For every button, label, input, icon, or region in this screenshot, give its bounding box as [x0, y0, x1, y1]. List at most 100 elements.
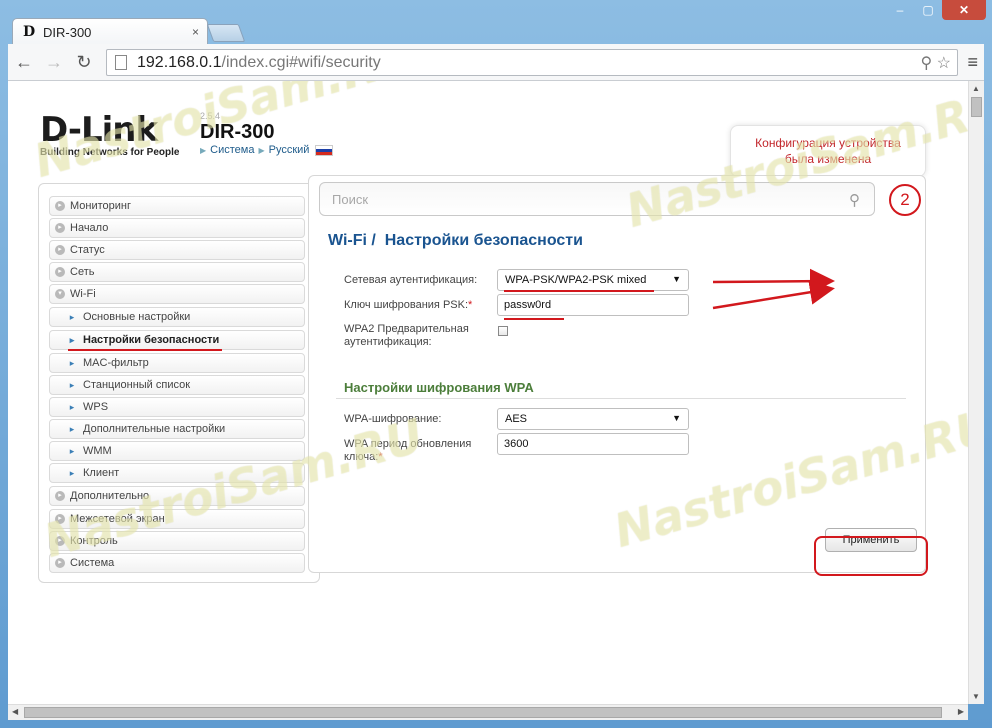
- notice-line-1: Конфигурация устройства: [755, 136, 901, 150]
- maximize-button[interactable]: ▢: [914, 0, 942, 20]
- arrow-right-icon: ▸: [69, 312, 75, 322]
- sidebar-item-label: WPS: [83, 401, 109, 413]
- browser-menu-icon[interactable]: ≡: [967, 52, 978, 73]
- russian-flag-icon: [315, 144, 334, 156]
- header-links: ▶ Система ▶ Русский: [200, 144, 334, 156]
- sidebar-item-label: Мониторинг: [70, 200, 132, 212]
- sidebar-item-client[interactable]: ▸ Клиент: [49, 463, 305, 483]
- tab-close-icon[interactable]: ×: [192, 25, 199, 39]
- sidebar-item-label: WMM: [83, 445, 112, 457]
- annotation-underline: [504, 290, 654, 292]
- browser-toolbar: ← → ↻ 192.168.0.1/index.cgi#wifi/securit…: [8, 44, 984, 81]
- notification-count-badge[interactable]: 2: [889, 184, 921, 216]
- sidebar-item-wps[interactable]: ▸ WPS: [49, 397, 305, 417]
- horizontal-scrollbar[interactable]: ◀ ▶: [8, 704, 968, 720]
- sidebar-item-wifi[interactable]: ▾ Wi-Fi: [49, 284, 305, 304]
- sidebar-menu: ▸ Мониторинг ▸ Начало ▸ Статус ▸ Сеть ▾ Wi-Fi…: [38, 183, 320, 583]
- firmware-version: 2.5.4: [200, 111, 221, 121]
- psk-label: Ключ шифрования PSK:*: [344, 299, 472, 312]
- expand-icon: ▸: [55, 536, 65, 546]
- sidebar-item-advanced[interactable]: ▸ Дополнительно: [49, 486, 305, 506]
- sidebar-item-firewall[interactable]: ▸ Межсетевой экран: [49, 509, 305, 529]
- wpa-period-input[interactable]: 3600: [497, 433, 689, 455]
- sidebar-item-control[interactable]: ▸ Контроль: [49, 531, 305, 551]
- expand-icon: ▸: [55, 201, 65, 211]
- sidebar-item-status[interactable]: ▸ Статус: [49, 240, 305, 260]
- page-title-text: Настройки безопасности: [384, 232, 583, 249]
- wpa-period-value: 3600: [504, 438, 529, 450]
- sidebar-item-label: Основные настройки: [83, 311, 191, 323]
- psk-input-value: passw0rd: [504, 299, 552, 311]
- sidebar-item-security-settings[interactable]: ▸ Настройки безопасности: [49, 330, 305, 350]
- bullet-icon: ▶: [200, 145, 207, 155]
- expand-icon: ▸: [55, 245, 65, 255]
- arrow-right-icon: ▸: [69, 402, 75, 412]
- search-placeholder: Поиск: [332, 191, 369, 207]
- sidebar-item-mac-filter[interactable]: ▸ MAC-фильтр: [49, 353, 305, 373]
- scroll-down-icon[interactable]: ▼: [972, 692, 980, 701]
- sidebar-item-wmm[interactable]: ▸ WMM: [49, 441, 305, 461]
- reload-icon[interactable]: ↻: [70, 48, 98, 76]
- sidebar-item-advanced-settings[interactable]: ▸ Дополнительные настройки: [49, 419, 305, 439]
- auth-select[interactable]: WPA-PSK/WPA2-PSK mixed ▼: [497, 269, 689, 291]
- search-input[interactable]: Поиск ⚲: [319, 182, 875, 216]
- sidebar-item-label: Станционный список: [83, 379, 191, 391]
- wpa-period-label-line-2: ключа:*: [344, 451, 471, 464]
- sidebar-item-label: Клиент: [83, 467, 120, 479]
- wpa-enc-value: AES: [505, 413, 528, 425]
- system-link[interactable]: Система: [210, 144, 254, 156]
- window-controls: – ▢ ✕: [886, 0, 986, 20]
- config-changed-notice[interactable]: Конфигурация устройства была изменена: [730, 125, 926, 177]
- breadcrumb[interactable]: Wi-Fi /: [328, 232, 376, 249]
- arrow-right-icon: ▸: [69, 446, 75, 456]
- sidebar-item-monitoring[interactable]: ▸ Мониторинг: [49, 196, 305, 216]
- arrow-right-icon: ▸: [69, 358, 75, 368]
- minimize-button[interactable]: –: [886, 0, 914, 20]
- scroll-thumb[interactable]: [971, 97, 982, 117]
- sidebar-item-label: Сеть: [70, 266, 95, 278]
- sidebar-item-network[interactable]: ▸ Сеть: [49, 262, 305, 282]
- wpa-period-label-line-1: WPA период обновления: [344, 438, 472, 450]
- sidebar-item-start[interactable]: ▸ Начало: [49, 218, 305, 238]
- wpa-period-label-text: ключа:: [344, 451, 379, 463]
- psk-label-text: Ключ шифрования PSK:: [344, 299, 469, 311]
- expand-icon: ▸: [55, 514, 65, 524]
- apply-highlight-ring: [814, 536, 928, 576]
- sidebar-item-basic-settings[interactable]: ▸ Основные настройки: [49, 307, 305, 327]
- sidebar-item-label: Начало: [70, 222, 109, 234]
- address-bar[interactable]: 192.168.0.1/index.cgi#wifi/security ⚲ ☆: [106, 49, 958, 76]
- preauth-label: WPA2 Предварительная аутентификация:: [344, 323, 469, 349]
- preauth-checkbox[interactable]: [498, 326, 508, 336]
- arrow-right-icon: ▸: [69, 380, 75, 390]
- preauth-label-line-1: WPA2 Предварительная: [344, 323, 469, 335]
- scroll-thumb[interactable]: [24, 707, 942, 718]
- sidebar-item-label: MAC-фильтр: [83, 357, 149, 369]
- page-title: Wi-Fi / Настройки безопасности: [328, 232, 583, 250]
- close-window-button[interactable]: ✕: [942, 0, 986, 20]
- sidebar-item-system[interactable]: ▸ Система: [49, 553, 305, 573]
- dlink-favicon-icon: D: [23, 24, 36, 40]
- zoom-star-icons[interactable]: ⚲ ☆: [920, 53, 951, 73]
- wpa-section-title: Настройки шифрования WPA: [344, 380, 534, 395]
- sidebar-item-label: Настройки безопасности: [83, 334, 220, 346]
- wpa-enc-select[interactable]: AES ▼: [497, 408, 689, 430]
- language-link[interactable]: Русский: [269, 144, 310, 156]
- psk-input[interactable]: passw0rd: [497, 294, 689, 316]
- sidebar-item-label: Wi-Fi: [70, 288, 96, 300]
- scroll-left-icon[interactable]: ◀: [12, 707, 18, 716]
- new-tab-button[interactable]: [206, 24, 246, 42]
- sidebar-item-station-list[interactable]: ▸ Станционный список: [49, 375, 305, 395]
- back-arrow-icon[interactable]: ←: [10, 48, 38, 76]
- expand-icon: ▸: [55, 223, 65, 233]
- browser-tab[interactable]: D DIR-300 ×: [12, 18, 208, 45]
- scroll-right-icon[interactable]: ▶: [958, 707, 964, 716]
- vertical-scrollbar[interactable]: ▲ ▼: [968, 81, 984, 704]
- required-mark: *: [378, 451, 383, 463]
- scroll-up-icon[interactable]: ▲: [972, 84, 980, 93]
- chevron-down-icon: ▼: [672, 413, 681, 423]
- notice-line-2: была изменена: [784, 152, 872, 166]
- forward-arrow-icon[interactable]: →: [40, 48, 68, 76]
- search-icon[interactable]: ⚲: [849, 191, 860, 209]
- brand-name: D-Link: [40, 110, 158, 150]
- sidebar-item-label: Дополнительные настройки: [83, 423, 226, 435]
